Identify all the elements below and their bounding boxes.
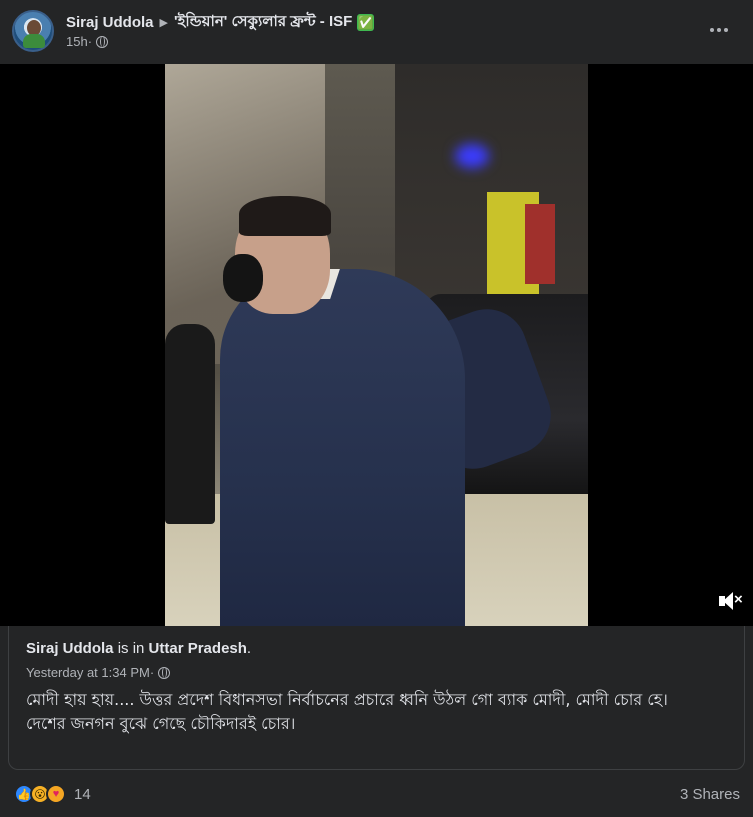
is-in-text: is in	[113, 640, 149, 657]
care-icon: ♥	[46, 784, 66, 804]
author-name[interactable]: Siraj Uddola	[66, 14, 154, 31]
video-person-hair	[239, 196, 331, 236]
shared-location[interactable]: Uttar Pradesh	[149, 640, 247, 657]
video-frame[interactable]	[165, 64, 588, 626]
video-background-person	[165, 324, 215, 524]
location-period: .	[246, 640, 252, 657]
meta-separator: ·	[87, 34, 93, 49]
shared-post-box: Siraj Uddola is in Uttar Pradesh. Yester…	[8, 626, 745, 770]
verified-check-icon: ✅	[357, 14, 375, 31]
video-person-mask	[223, 254, 263, 302]
more-options-button[interactable]	[705, 18, 733, 42]
arrow-right-icon: ▶	[159, 17, 168, 29]
post-footer: 👍 😮 ♥ 14 3 Shares	[0, 778, 753, 812]
shared-post-text: মোদী হায় হায়.... উত্তর প্রদেশ বিধানসভা…	[26, 688, 736, 736]
reactions-summary[interactable]: 👍 😮 ♥ 14	[14, 784, 91, 804]
shared-post-text-line: মোদী হায় হায়.... উত্তর প্রদেশ বিধানসভা…	[26, 690, 668, 709]
shared-post-meta: Yesterday at 1:34 PM ·	[26, 665, 171, 680]
post-meta: 15h ·	[66, 34, 109, 49]
shares-count[interactable]: 3 Shares	[680, 786, 740, 803]
shared-post-text-line: দেশের জনগন বুঝে গেছে চৌকিদারই চোর।	[26, 714, 296, 733]
video-blue-light	[455, 144, 489, 168]
video-red-sign	[525, 204, 555, 284]
video-person-body	[220, 269, 465, 626]
post-time[interactable]: 15h	[66, 34, 88, 49]
avatar-shirt	[23, 34, 45, 48]
video-player[interactable]: ×	[0, 64, 753, 626]
speaker-cone-icon	[723, 592, 733, 610]
post-title-line: Siraj Uddola ▶ 'ইন্ডিয়ান' সেক্যুলার ফ্র…	[66, 10, 375, 35]
author-avatar[interactable]	[12, 10, 54, 52]
dot-icon	[724, 28, 728, 32]
meta-separator: ·	[149, 665, 155, 680]
group-name[interactable]: 'ইন্ডিয়ান' সেক্যুলার ফ্রন্ট - ISF	[174, 10, 352, 35]
dot-icon	[717, 28, 721, 32]
reaction-count[interactable]: 14	[74, 786, 91, 803]
shared-author-name[interactable]: Siraj Uddola	[26, 640, 114, 657]
mute-x-icon: ×	[734, 591, 743, 608]
globe-icon	[158, 666, 171, 679]
dot-icon	[710, 28, 714, 32]
mute-button[interactable]: ×	[717, 590, 743, 612]
globe-icon	[96, 35, 109, 48]
shared-post-header: Siraj Uddola is in Uttar Pradesh.	[26, 640, 251, 657]
post-header: Siraj Uddola ▶ 'ইন্ডিয়ান' সেক্যুলার ফ্র…	[0, 0, 753, 62]
shared-post-time[interactable]: Yesterday at 1:34 PM	[26, 665, 150, 680]
